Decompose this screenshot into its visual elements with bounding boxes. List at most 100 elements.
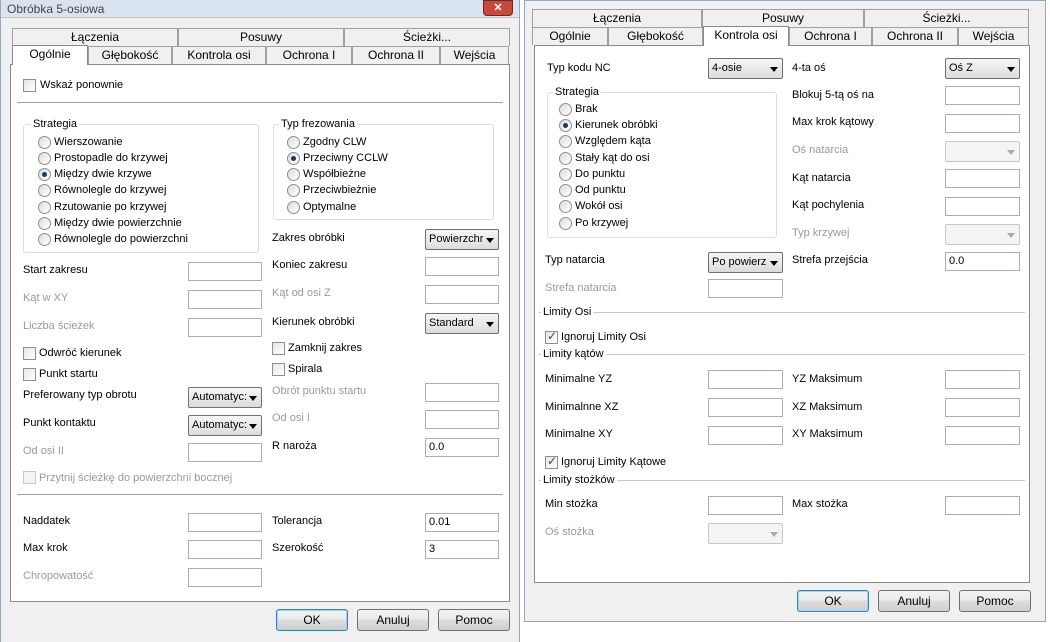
radio-brak[interactable] xyxy=(559,103,572,116)
radio-label: Wokół osi xyxy=(575,200,623,212)
typ-natarcia-select[interactable]: Po powierz xyxy=(708,252,783,273)
tab-ochrona-ii[interactable]: Ochrona II xyxy=(872,27,958,45)
tab-glebokosc[interactable]: Głębokość xyxy=(608,27,703,45)
os-stozka-select[interactable] xyxy=(708,523,783,544)
od-osi-i-input[interactable] xyxy=(425,410,499,429)
tab-ochrona-ii[interactable]: Ochrona II xyxy=(352,46,440,64)
max-krok-katowy-input[interactable] xyxy=(945,114,1020,133)
tab-glebokosc[interactable]: Głębokość xyxy=(88,46,172,64)
ok-button[interactable]: OK xyxy=(276,609,348,631)
yz-max-input[interactable] xyxy=(945,370,1020,389)
tab-sciezki[interactable]: Ścieżki... xyxy=(344,28,510,46)
radio-rzutowanie-po-krzywej[interactable] xyxy=(38,201,51,214)
zamknij-zakres-checkbox[interactable] xyxy=(272,342,285,355)
typ-krzywej-select[interactable] xyxy=(945,224,1020,245)
wskaz-ponownie-checkbox[interactable] xyxy=(23,79,36,92)
anuluj-button[interactable]: Anuluj xyxy=(878,590,950,612)
min-xy-input[interactable] xyxy=(708,426,783,445)
radio-wspolbiezne[interactable] xyxy=(287,168,300,181)
kat-od-osi-z-input[interactable] xyxy=(425,285,499,304)
tolerancja-input[interactable]: 0.01 xyxy=(425,513,499,532)
max-krok-input[interactable] xyxy=(188,540,262,559)
radio-do-punktu[interactable] xyxy=(559,168,572,181)
tab-kontrola-osi[interactable]: Kontrola osi xyxy=(703,26,789,46)
anuluj-button[interactable]: Anuluj xyxy=(357,609,429,631)
radio-label: Względem kąta xyxy=(575,135,651,147)
radio-od-punktu[interactable] xyxy=(559,184,572,197)
radio-zgodny-clw[interactable] xyxy=(287,136,300,149)
tab-ogolnie[interactable]: Ogólnie xyxy=(532,27,608,45)
ignoruj-limity-osi-checkbox[interactable] xyxy=(545,329,558,344)
tab-laczenia[interactable]: Łączenia xyxy=(12,28,178,46)
tab-kontrola-osi[interactable]: Kontrola osi xyxy=(172,46,266,64)
radio-rownolegle-do-krzywej[interactable] xyxy=(38,184,51,197)
pomoc-button[interactable]: Pomoc xyxy=(438,609,510,631)
xz-max-input[interactable] xyxy=(945,398,1020,417)
kat-w-xy-input[interactable] xyxy=(188,290,262,309)
radio-optymalne[interactable] xyxy=(287,201,300,214)
preferowany-typ-obrotu-select[interactable]: Automatyc: xyxy=(188,387,262,408)
tab-posuwy[interactable]: Posuwy xyxy=(178,28,344,46)
odwroc-kierunek-checkbox[interactable] xyxy=(23,347,36,360)
os-natarcia-select[interactable] xyxy=(945,141,1020,162)
zakres-obrobki-label: Zakres obróbki xyxy=(272,232,345,244)
czwarta-os-select[interactable]: Oś Z xyxy=(945,58,1020,79)
min-yz-input[interactable] xyxy=(708,370,783,389)
radio-miedzy-dwie-krzywe[interactable] xyxy=(38,168,51,181)
ok-button[interactable]: OK xyxy=(797,590,869,612)
kat-natarcia-input[interactable] xyxy=(945,169,1020,188)
tab-ochrona-i[interactable]: Ochrona I xyxy=(789,27,872,45)
tab-laczenia[interactable]: Łączenia xyxy=(532,9,702,27)
punkt-kontaktu-select[interactable]: Automatyc: xyxy=(188,415,262,436)
ignoruj-limity-katowe-checkbox[interactable] xyxy=(545,454,558,469)
radio-rownolegle-do-powierzchni[interactable] xyxy=(38,233,51,246)
xy-max-input[interactable] xyxy=(945,426,1020,445)
radio-przeciwbieznie[interactable] xyxy=(287,184,300,197)
min-stozka-input[interactable] xyxy=(708,496,783,515)
chevron-down-icon xyxy=(770,532,778,537)
close-button[interactable]: ✕ xyxy=(483,0,513,16)
strefa-natarcia-input[interactable] xyxy=(708,279,783,298)
strefa-przejscia-input[interactable]: 0.0 xyxy=(945,252,1020,271)
radio-label: Równolegle do krzywej xyxy=(54,184,167,196)
blokuj-5ta-os-input[interactable] xyxy=(945,86,1020,105)
radio-label: Zgodny CLW xyxy=(303,136,367,148)
title-bar[interactable]: Obróbka 5-osiowa ✕ xyxy=(1,0,519,18)
radio-staly-kat-do-osi[interactable] xyxy=(559,152,572,165)
tab-wejscia[interactable]: Wejścia xyxy=(440,46,509,64)
tab-sciezki[interactable]: Ścieżki... xyxy=(864,9,1029,27)
koniec-zakresu-input[interactable] xyxy=(425,257,499,276)
punkt-startu-checkbox[interactable] xyxy=(23,368,36,381)
od-osi-ii-input[interactable] xyxy=(188,443,262,462)
tab-ogolnie[interactable]: Ogólnie xyxy=(12,45,88,65)
chevron-down-icon xyxy=(249,396,257,401)
przytnij-sciezke-checkbox[interactable] xyxy=(23,471,36,484)
radio-po-krzywej[interactable] xyxy=(559,217,572,230)
max-stozka-input[interactable] xyxy=(945,496,1020,515)
start-zakresu-input[interactable] xyxy=(188,262,262,281)
zakres-obrobki-select[interactable]: Powierzchr xyxy=(425,229,499,250)
radio-wokol-osi[interactable] xyxy=(559,200,572,213)
liczba-sciezek-input[interactable] xyxy=(188,318,262,337)
radio-prostopadle-do-krzywej[interactable] xyxy=(38,152,51,165)
chropowatosc-input[interactable] xyxy=(188,568,262,587)
radio-przeciwny-cclw[interactable] xyxy=(287,152,300,165)
radio-kierunek-obrobki[interactable] xyxy=(559,119,572,132)
tab-wejscia[interactable]: Wejścia xyxy=(958,27,1029,45)
tab-posuwy[interactable]: Posuwy xyxy=(702,9,864,27)
naddatek-input[interactable] xyxy=(188,513,262,532)
tab-ochrona-i[interactable]: Ochrona I xyxy=(266,46,352,64)
szerokosc-input[interactable]: 3 xyxy=(425,540,499,559)
radio-wierszowanie[interactable] xyxy=(38,136,51,149)
pomoc-button[interactable]: Pomoc xyxy=(959,590,1031,612)
obrot-punktu-startu-input[interactable] xyxy=(425,383,499,402)
kierunek-obrobki-select[interactable]: Standard xyxy=(425,313,499,334)
typ-kodu-nc-select[interactable]: 4-osie xyxy=(708,58,783,79)
kat-pochylenia-input[interactable] xyxy=(945,197,1020,216)
radio-wzgledem-kata[interactable] xyxy=(559,135,572,148)
radio-miedzy-dwie-powierzchnie[interactable] xyxy=(38,217,51,230)
min-xz-input[interactable] xyxy=(708,398,783,417)
r-naroza-input[interactable]: 0.0 xyxy=(425,438,499,457)
spirala-checkbox[interactable] xyxy=(272,363,285,376)
typ-frezowania-group-title: Typ frezowania xyxy=(279,118,357,130)
